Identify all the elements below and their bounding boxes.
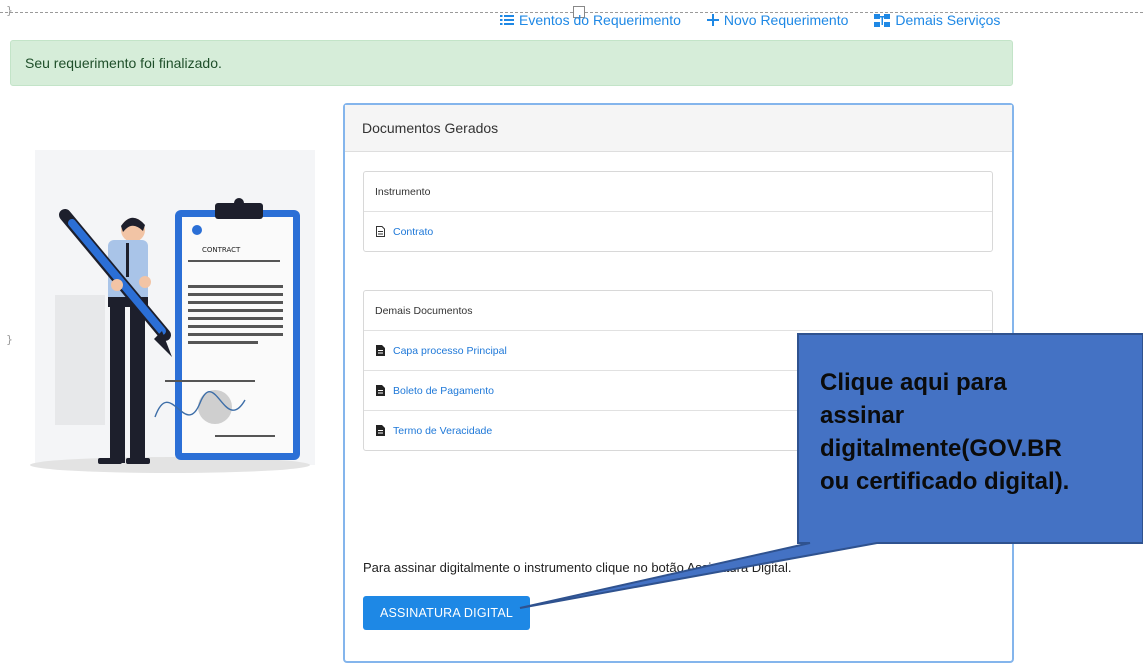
events-link[interactable]: Eventos do Requerimento <box>500 12 681 28</box>
document-link-label: Contrato <box>393 225 434 238</box>
document-link-label: Boleto de Pagamento <box>393 384 494 397</box>
callout-line: assinar <box>820 402 905 429</box>
success-alert-message: Seu requerimento foi finalizado. <box>25 55 222 71</box>
callout-line: digitalmente(GOV.BR <box>820 435 1062 462</box>
success-alert: Seu requerimento foi finalizado. <box>10 40 1013 86</box>
document-icon <box>376 226 385 237</box>
document-link-contrato[interactable]: Contrato <box>364 212 992 251</box>
document-link-capa[interactable]: Capa processo Principal <box>364 331 992 371</box>
events-link-label: Eventos do Requerimento <box>519 12 681 28</box>
bracket-icon: } <box>6 4 13 17</box>
list-icon <box>500 15 514 25</box>
panel-title: Documentos Gerados <box>345 105 1012 152</box>
document-icon <box>376 345 385 356</box>
callout-annotation: Clique aqui para assinar digitalmente(GO… <box>820 366 1140 498</box>
new-request-label: Novo Requerimento <box>723 12 849 28</box>
other-services-link[interactable]: Demais Serviços <box>874 12 1000 28</box>
sign-instruction-text: Para assinar digitalmente o instrumento … <box>363 560 792 575</box>
new-request-link[interactable]: Novo Requerimento <box>706 12 849 28</box>
other-documents-header: Demais Documentos <box>364 291 992 331</box>
instrument-box: Instrumento Contrato <box>363 171 993 252</box>
contract-title-text: CONTRACT <box>202 246 241 254</box>
document-icon <box>376 385 385 396</box>
sitemap-icon <box>874 13 891 27</box>
callout-line: ou certificado digital). <box>820 468 1070 495</box>
instrument-header: Instrumento <box>364 172 992 212</box>
plus-icon <box>706 14 719 26</box>
digital-signature-button[interactable]: ASSINATURA DIGITAL <box>363 596 530 630</box>
contract-signing-illustration: CONTRACT <box>10 135 330 485</box>
other-services-label: Demais Serviços <box>895 12 1001 28</box>
document-link-label: Capa processo Principal <box>393 344 507 357</box>
document-icon <box>376 425 385 436</box>
callout-line: Clique aqui para <box>820 369 1007 396</box>
top-navigation: Eventos do Requerimento Novo Requeriment… <box>500 12 1000 28</box>
document-link-label: Termo de Veracidade <box>393 424 493 437</box>
